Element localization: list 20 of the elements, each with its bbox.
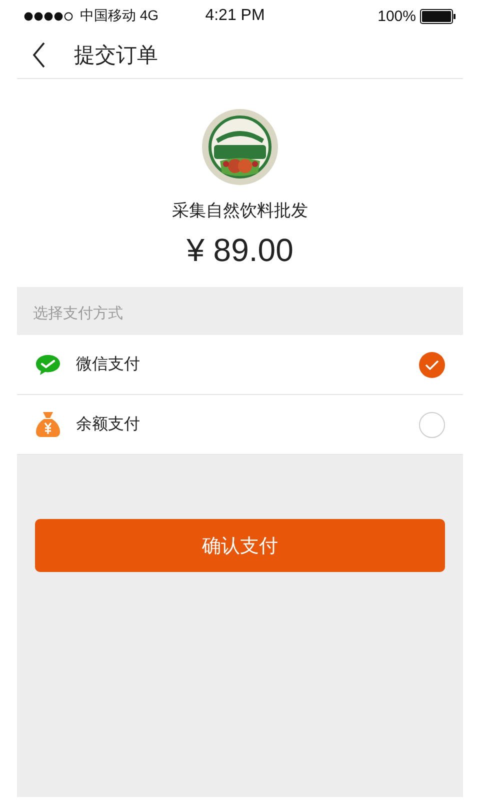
radio-button[interactable] [419,412,445,438]
signal-icon [24,12,74,20]
battery-percent: 100% [378,8,416,24]
check-icon [425,360,439,370]
back-chevron-icon [32,42,46,68]
merchant-name: 采集自然饮料批发 [172,200,308,222]
battery-icon [420,8,456,24]
status-time: 4:21 PM [205,7,265,25]
payment-option[interactable]: 微信支付 [17,335,463,395]
chat-check-icon [35,354,61,376]
payment-option[interactable]: 余额支付 [17,395,463,455]
payment-label: 余额支付 [76,414,141,435]
section-heading: 选择支付方式 [32,303,124,324]
money-bag-icon [35,411,61,438]
page-title: 提交订单 [74,42,158,69]
confirm-pay-button[interactable]: 确认支付 [35,519,445,572]
payment-label: 微信支付 [76,354,141,375]
carrier-label: 中国移动 4G [80,7,159,25]
radio-button[interactable] [419,352,445,378]
order-price: ¥ 89.00 [186,232,294,269]
